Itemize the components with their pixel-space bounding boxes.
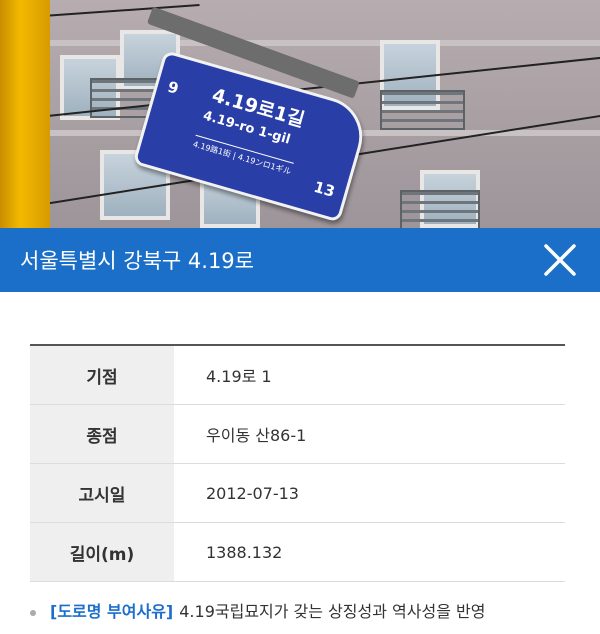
row-value-length: 1388.132	[206, 542, 283, 562]
row-value-end-point: 우이동 산86-1	[206, 426, 307, 445]
naming-reason-label: [도로명 부여사유]	[50, 602, 174, 621]
table-row: 기점 4.19로 1	[30, 346, 565, 405]
sign-end-number: 13	[311, 177, 337, 201]
naming-reason: [도로명 부여사유] 4.19국립묘지가 갖는 상징성과 역사성을 반영	[30, 598, 485, 622]
row-value-notice-date: 2012-07-13	[206, 483, 299, 503]
table-row: 길이(m) 1388.132	[30, 523, 565, 582]
location-title: 서울특별시 강북구 4.19로	[20, 249, 254, 273]
table-row: 고시일 2012-07-13	[30, 464, 565, 523]
location-header: 서울특별시 강북구 4.19로	[0, 228, 600, 292]
balcony-railing	[400, 190, 480, 228]
row-key-start-point: 기점	[30, 346, 174, 404]
close-button[interactable]	[538, 238, 582, 282]
row-value-start-point: 4.19로 1	[206, 367, 272, 386]
table-row: 종점 우이동 산86-1	[30, 405, 565, 464]
yellow-pole	[0, 0, 50, 228]
bullet-dot	[30, 609, 36, 616]
road-info-table: 기점 4.19로 1 종점 우이동 산86-1 고시일 2012-07-13 길…	[30, 344, 565, 582]
balcony-railing	[380, 90, 465, 130]
row-key-length: 길이(m)	[30, 523, 174, 581]
row-key-end-point: 종점	[30, 405, 174, 463]
close-icon	[544, 244, 576, 276]
row-key-notice-date: 고시일	[30, 464, 174, 522]
sign-start-number: 9	[165, 77, 181, 98]
street-sign-photo: 9 4.19로1길 4.19-ro 1-gil 4.19路1街 | 4.19ンロ…	[0, 0, 600, 228]
naming-reason-text: 4.19국립묘지가 갖는 상징성과 역사성을 반영	[179, 602, 486, 621]
